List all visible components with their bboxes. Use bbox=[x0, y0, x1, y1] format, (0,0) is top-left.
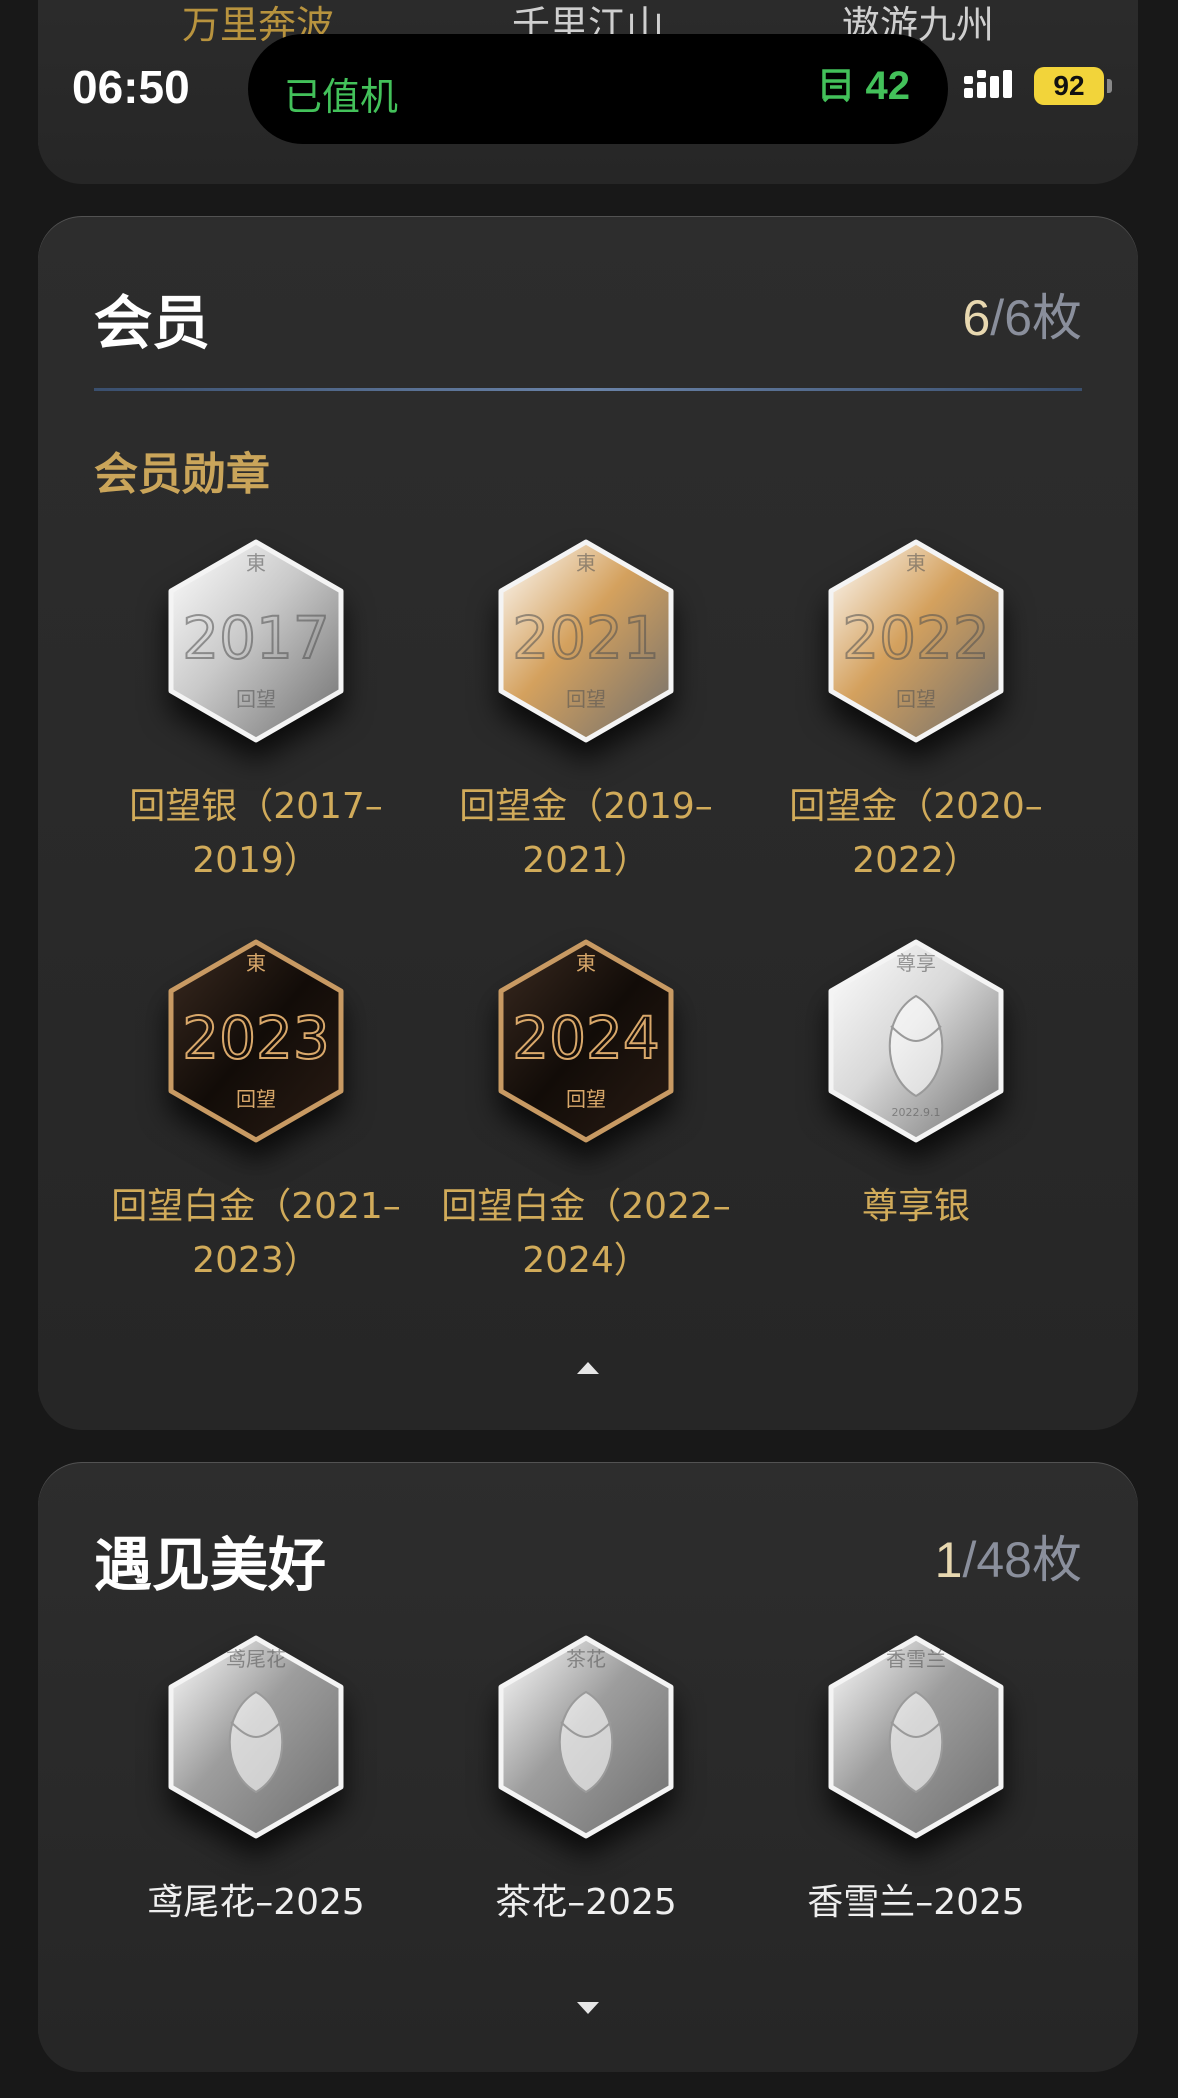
meet-title: 遇见美好 bbox=[94, 1531, 327, 1599]
member-badge-label: 尊享银 bbox=[751, 1180, 1081, 1234]
camellia-badge-icon: 茶花 bbox=[498, 1635, 674, 1839]
platinum-2021-badge-icon: 東 2023 回望 bbox=[168, 939, 344, 1143]
meet-badge-label: 鸢尾花–2025 bbox=[147, 1882, 365, 1923]
member-badge[interactable]: 東 2017 回望回望银（2017– 2019） bbox=[91, 536, 421, 888]
member-title: 会员 bbox=[94, 289, 211, 357]
badge-glyph-year: 2022 bbox=[842, 604, 990, 672]
badge-glyph-top: 尊享 bbox=[896, 951, 936, 975]
member-divider bbox=[94, 388, 1082, 391]
member-count-have: 6 bbox=[962, 290, 991, 346]
meet-badge[interactable]: 茶花茶花–2025 bbox=[421, 1632, 751, 1930]
badge-label-line2: 2019） bbox=[192, 840, 320, 881]
silver-2017-badge-icon: 東 2017 回望 bbox=[168, 539, 344, 743]
badge-label-line1: 回望银（2017– bbox=[129, 786, 383, 827]
badge-glyph-top: 香雪兰 bbox=[886, 1647, 946, 1671]
badge-glyph-top: 東 bbox=[906, 551, 926, 575]
battery-level: 92 bbox=[1034, 67, 1104, 105]
member-badges-card: 会员 6/6枚 会员勋章 東 2017 回望 回望银（2017– 2019）東 2021 回… bbox=[38, 216, 1138, 1430]
badge-glyph-top: 東 bbox=[576, 951, 596, 975]
badge-label-line2: 2024） bbox=[522, 1240, 650, 1281]
meet-badge[interactable]: 香雪兰香雪兰–2025 bbox=[751, 1632, 1081, 1930]
member-badge-label: 回望白金（2021– 2023） bbox=[91, 1180, 421, 1288]
member-badge-label: 回望银（2017– 2019） bbox=[91, 780, 421, 888]
member-count: 6/6枚 bbox=[962, 278, 1082, 350]
meet-count-total: /48枚 bbox=[962, 1532, 1082, 1588]
badge-glyph-top: 茶花 bbox=[566, 1647, 606, 1671]
badge-glyph-top: 東 bbox=[576, 551, 596, 575]
seat-indicator: 42 bbox=[818, 64, 911, 109]
badge-label-line1: 回望白金（2022– bbox=[441, 1186, 731, 1227]
seat-icon bbox=[821, 69, 850, 103]
expand-arrow-icon[interactable] bbox=[577, 2002, 599, 2014]
badge-glyph-bottom: 2022.9.1 bbox=[892, 1106, 941, 1119]
meet-badge-label: 茶花–2025 bbox=[495, 1882, 677, 1923]
iris-flower-badge-icon: 鸢尾花 bbox=[168, 1635, 344, 1839]
badge-label-line1: 回望金（2020– bbox=[789, 786, 1043, 827]
meet-count: 1/48枚 bbox=[935, 1520, 1082, 1592]
member-badge-label: 回望金（2019– 2021） bbox=[421, 780, 751, 888]
meet-badge[interactable]: 鸢尾花鸢尾花–2025 bbox=[91, 1632, 421, 1930]
member-badge[interactable]: 東 2022 回望回望金（2020– 2022） bbox=[751, 536, 1081, 888]
exclusive-silver-badge-icon: 尊享 2022.9.1 bbox=[828, 939, 1004, 1143]
member-count-total: /6枚 bbox=[990, 290, 1082, 346]
member-badge[interactable]: 東 2024 回望回望白金（2022– 2024） bbox=[421, 936, 751, 1288]
badge-glyph-bottom: 回望 bbox=[896, 687, 936, 711]
platinum-2022-badge-icon: 東 2024 回望 bbox=[498, 939, 674, 1143]
badge-glyph-top: 鸢尾花 bbox=[226, 1647, 286, 1671]
member-badge[interactable]: 東 2023 回望回望白金（2021– 2023） bbox=[91, 936, 421, 1288]
meet-beauty-card: 遇见美好 1/48枚 鸢尾花 鸢尾花–2025 茶花 茶花–2025 香雪兰 香雪兰–20… bbox=[38, 1462, 1138, 2072]
member-badge[interactable]: 東 2021 回望回望金（2019– 2021） bbox=[421, 536, 751, 888]
badge-glyph-bottom: 回望 bbox=[236, 1087, 276, 1111]
badge-label-line2: 2021） bbox=[522, 840, 650, 881]
gold-2019-badge-icon: 東 2021 回望 bbox=[498, 539, 674, 743]
member-badge-label: 回望金（2020– 2022） bbox=[751, 780, 1081, 888]
member-section-label: 会员勋章 bbox=[94, 449, 270, 500]
badge-glyph-top: 東 bbox=[246, 951, 266, 975]
badge-glyph-year: 2021 bbox=[512, 604, 660, 672]
checkin-status: 已值机 bbox=[284, 75, 399, 119]
badge-glyph-top: 東 bbox=[246, 551, 266, 575]
badge-glyph-bottom: 回望 bbox=[566, 687, 606, 711]
gold-2020-badge-icon: 東 2022 回望 bbox=[828, 539, 1004, 743]
signal-icon bbox=[964, 70, 1012, 98]
badge-label-line1: 回望白金（2021– bbox=[111, 1186, 401, 1227]
badge-label-line1: 尊享银 bbox=[861, 1186, 970, 1227]
badge-label-line2: 2023） bbox=[192, 1240, 320, 1281]
badge-glyph-year: 2023 bbox=[182, 1004, 330, 1072]
status-time: 06:50 bbox=[72, 61, 190, 113]
member-badge-label: 回望白金（2022– 2024） bbox=[421, 1180, 751, 1288]
meet-badge-label: 香雪兰–2025 bbox=[807, 1882, 1025, 1923]
battery-nub bbox=[1107, 79, 1112, 93]
badge-label-line1: 回望金（2019– bbox=[459, 786, 713, 827]
meet-count-have: 1 bbox=[934, 1532, 963, 1588]
badge-glyph-year: 2017 bbox=[182, 604, 330, 672]
badge-label-line2: 2022） bbox=[852, 840, 980, 881]
dynamic-island[interactable]: 已值机 42 bbox=[248, 34, 948, 144]
collapse-arrow-icon[interactable] bbox=[577, 1362, 599, 1374]
seat-number: 42 bbox=[865, 64, 911, 108]
badge-glyph-bottom: 回望 bbox=[236, 687, 276, 711]
badge-glyph-bottom: 回望 bbox=[566, 1087, 606, 1111]
freesia-badge-icon: 香雪兰 bbox=[828, 1635, 1004, 1839]
badge-glyph-year: 2024 bbox=[512, 1004, 660, 1072]
member-badge[interactable]: 尊享 2022.9.1 尊享银 bbox=[751, 936, 1081, 1234]
